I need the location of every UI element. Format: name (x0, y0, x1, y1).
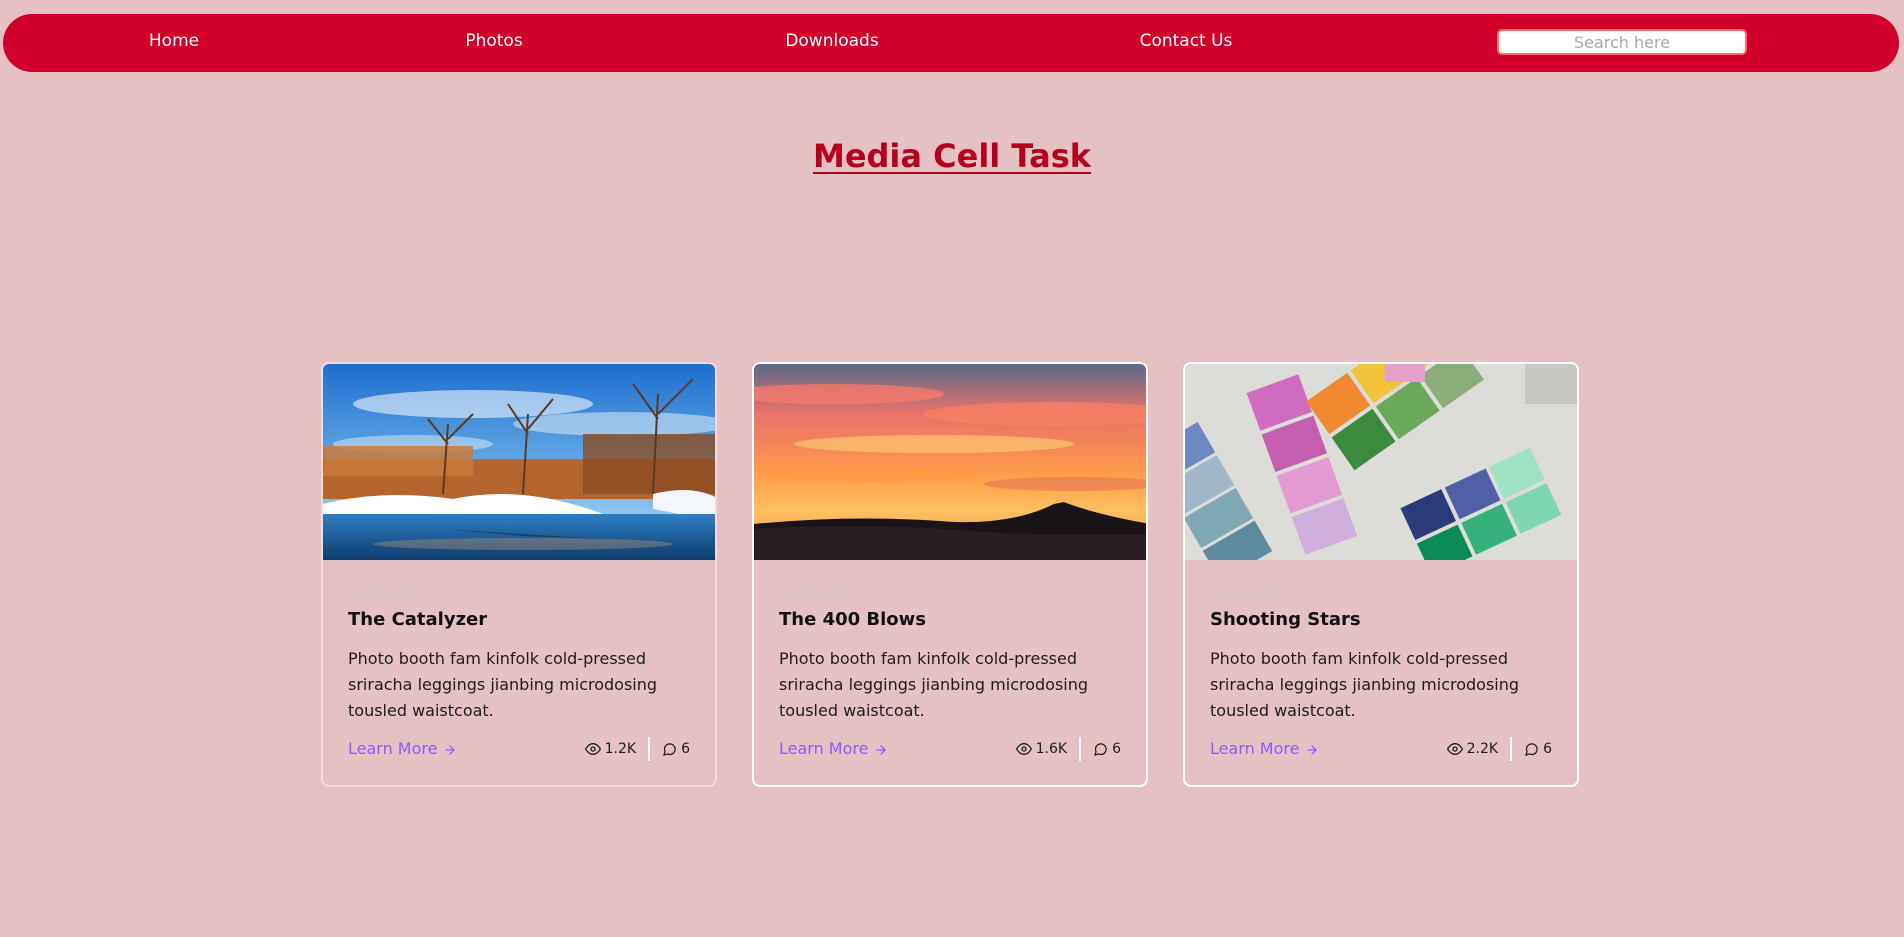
search-input[interactable] (1497, 29, 1747, 55)
card-footer: Learn More 2.2K 6 (1210, 736, 1552, 762)
card-the-catalyzer: CATEGORY The Catalyzer Photo booth fam k… (321, 362, 717, 787)
comments-stat: 6 (1093, 741, 1121, 757)
comment-icon (1525, 742, 1538, 756)
learn-more-link[interactable]: Learn More (348, 736, 457, 762)
card-description: Photo booth fam kinfolk cold-pressed sri… (1210, 649, 1520, 720)
nav-contact-link[interactable]: Contact Us (1140, 14, 1233, 72)
eye-icon (584, 743, 601, 755)
card-shooting-stars: CATEGORY Shooting Stars Photo booth fam … (1183, 362, 1579, 787)
views-count: 1.6K (1035, 741, 1068, 757)
nav-downloads-link[interactable]: Downloads (785, 14, 878, 72)
comments-count: 6 (1543, 741, 1552, 757)
arrow-right-icon (1307, 744, 1318, 755)
page-title: Media Cell Task (812, 137, 1092, 175)
views-stat: 1.6K (1015, 741, 1068, 757)
card-image-winter-river (323, 364, 715, 560)
card-category: CATEGORY (779, 586, 852, 599)
learn-more-label: Learn More (348, 739, 438, 758)
card-category: CATEGORY (348, 586, 421, 599)
card-image-color-swatches (1185, 364, 1577, 560)
learn-more-label: Learn More (1210, 739, 1300, 758)
eye-icon (1015, 743, 1032, 755)
comments-count: 6 (1112, 741, 1121, 757)
views-count: 1.2K (604, 741, 637, 757)
nav-photos-link[interactable]: Photos (465, 14, 522, 72)
comments-count: 6 (681, 741, 690, 757)
card-stats: 1.6K 6 (1015, 736, 1121, 762)
stats-divider (1510, 737, 1513, 761)
card-category: CATEGORY (1210, 586, 1283, 599)
arrow-right-icon (445, 744, 456, 755)
eye-icon (1446, 743, 1463, 755)
stats-divider (1079, 737, 1082, 761)
card-description: Photo booth fam kinfolk cold-pressed sri… (779, 649, 1089, 720)
arrow-right-icon (876, 744, 887, 755)
comment-icon (663, 742, 676, 756)
comments-stat: 6 (662, 741, 690, 757)
card-stats: 2.2K 6 (1446, 736, 1552, 762)
card-footer: Learn More 1.2K 6 (348, 736, 690, 762)
learn-more-link[interactable]: Learn More (1210, 736, 1319, 762)
learn-more-link[interactable]: Learn More (779, 736, 888, 762)
card-title: The 400 Blows (779, 609, 927, 630)
card-the-400-blows: CATEGORY The 400 Blows Photo booth fam k… (752, 362, 1148, 787)
views-count: 2.2K (1466, 741, 1499, 757)
card-image-sunset (754, 364, 1146, 560)
stats-divider (648, 737, 651, 761)
card-stats: 1.2K 6 (584, 736, 690, 762)
comment-icon (1094, 742, 1107, 756)
comments-stat: 6 (1524, 741, 1552, 757)
views-stat: 2.2K (1446, 741, 1499, 757)
card-description: Photo booth fam kinfolk cold-pressed sri… (348, 649, 658, 720)
card-footer: Learn More 1.6K 6 (779, 736, 1121, 762)
card-title: The Catalyzer (348, 609, 488, 630)
views-stat: 1.2K (584, 741, 637, 757)
nav-home-link[interactable]: Home (149, 14, 199, 72)
learn-more-label: Learn More (779, 739, 869, 758)
card-title: Shooting Stars (1210, 609, 1361, 630)
